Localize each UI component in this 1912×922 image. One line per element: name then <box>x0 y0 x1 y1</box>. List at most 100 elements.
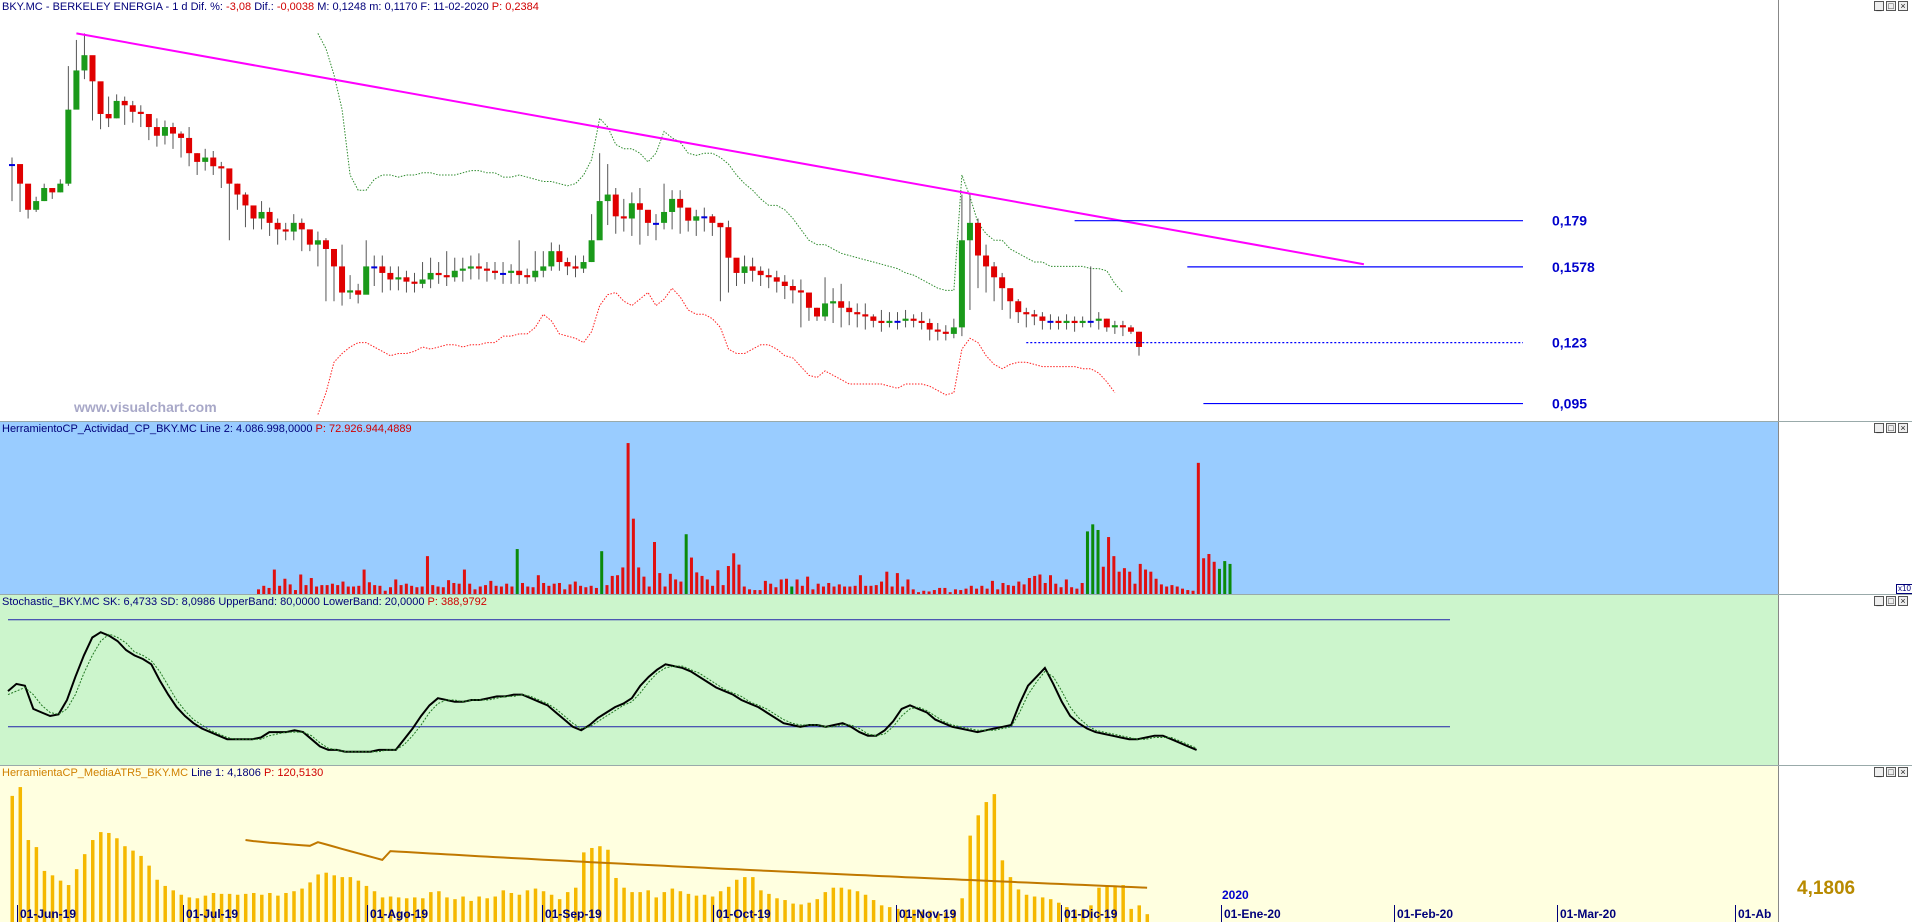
lowerband-label: LowerBand: <box>322 596 382 608</box>
volume-bar <box>367 582 371 594</box>
candle-body <box>145 113 152 128</box>
candle-body <box>580 262 587 269</box>
candle-body <box>355 290 362 295</box>
volume-bar <box>462 569 466 594</box>
volume-bar <box>542 582 546 594</box>
volume-bar <box>885 571 889 594</box>
candle-body <box>822 303 829 317</box>
volume-bar <box>441 587 445 594</box>
candle-body <box>805 292 812 308</box>
x-tick-label: 01-Mar-20 <box>1560 907 1617 921</box>
lowerband-value: 20,0000 <box>384 596 425 608</box>
candle-body <box>395 277 402 280</box>
volume-bar <box>526 586 530 594</box>
volume-bar <box>668 573 672 594</box>
minimize-icon[interactable]: _ <box>1874 423 1884 433</box>
volume-bar <box>283 578 287 594</box>
volume-bar <box>821 586 825 594</box>
candle-body <box>516 270 523 276</box>
candle-body <box>902 318 909 321</box>
stochastic-pane-header: Stochastic_BKY.MC SK: 6,4733 SD: 8,0986 … <box>2 596 487 609</box>
candle-body <box>137 111 144 114</box>
stochastic-chart[interactable]: 806040200 <box>0 595 1912 765</box>
maximize-icon[interactable]: □ <box>1886 423 1896 433</box>
candle-body <box>669 198 676 212</box>
volume-bar <box>642 576 646 594</box>
candle-body <box>628 203 635 219</box>
maximize-icon[interactable]: □ <box>1886 767 1896 777</box>
candle-body <box>411 281 418 284</box>
candle-body <box>33 201 40 210</box>
volume-bar <box>1043 582 1047 594</box>
candle-body <box>105 113 112 119</box>
volume-bar <box>800 585 804 594</box>
volume-bar <box>278 585 282 594</box>
candle-body <box>41 188 48 202</box>
volume-scale[interactable] <box>1778 422 1912 594</box>
symbol-label: BKY.MC <box>2 1 43 13</box>
volume-bar <box>716 570 720 594</box>
candle-body <box>339 266 346 293</box>
close-icon[interactable]: × <box>1898 596 1908 606</box>
volume-chart[interactable]: 20.000.00010.000.000 <box>0 422 1912 594</box>
volume-bar <box>547 585 551 594</box>
minimize-icon[interactable]: _ <box>1874 767 1884 777</box>
candle-body <box>459 268 466 271</box>
volume-bar <box>763 580 767 594</box>
x-tick-mark <box>367 905 368 922</box>
volume-bar <box>969 585 973 594</box>
candle-body <box>588 240 595 263</box>
maximize-icon[interactable]: □ <box>1886 596 1896 606</box>
candle-body <box>709 216 716 223</box>
level-label-0,095: 0,095 <box>1552 396 1587 412</box>
volume-bar <box>1212 561 1216 594</box>
maximize-icon[interactable]: □ <box>1886 1 1896 11</box>
volume-bar <box>1154 578 1158 594</box>
candle-body <box>830 301 837 304</box>
stochastic-p-value: 388,9792 <box>441 596 487 608</box>
candle-body <box>129 105 136 112</box>
candle-body <box>451 270 458 278</box>
volume-bar <box>399 585 403 594</box>
stochastic-scale[interactable] <box>1778 595 1912 765</box>
minimize-icon[interactable]: _ <box>1874 596 1884 606</box>
volume-bar <box>1033 575 1037 594</box>
x-tick-mark <box>1735 905 1736 922</box>
volume-bar <box>288 584 292 594</box>
candle-body <box>524 275 531 278</box>
x-tick-label: 01-Feb-20 <box>1397 907 1454 921</box>
volume-bar <box>1196 462 1200 594</box>
candle-body <box>886 320 893 324</box>
x-tick-label: 01-Sep-19 <box>545 907 602 921</box>
price-pane: BKY.MC - BERKELEY ENERGIA - 1 d Dif. %: … <box>0 0 1912 421</box>
volume-bar <box>621 567 625 594</box>
x-tick-label: 01-Jul-19 <box>186 907 239 921</box>
candle-body <box>178 133 185 138</box>
price-chart[interactable]: 0,1790,15780,1230,0950,260,240,220,20,18… <box>0 0 1912 421</box>
volume-bar <box>774 587 778 594</box>
volume-bar <box>325 585 329 594</box>
candle-body <box>1063 320 1070 324</box>
volume-bar <box>658 573 662 594</box>
candle-body <box>942 331 949 334</box>
volume-bar <box>1170 585 1174 594</box>
volume-bar <box>330 583 334 594</box>
minimize-icon[interactable]: _ <box>1874 1 1884 11</box>
candle-body <box>548 251 555 267</box>
volume-bar <box>378 585 382 594</box>
volume-bar <box>816 583 820 594</box>
close-icon[interactable]: × <box>1898 1 1908 11</box>
close-icon[interactable]: × <box>1898 423 1908 433</box>
volume-bar <box>272 569 276 594</box>
atr-chart[interactable]: 1510 <box>0 766 1912 922</box>
candle-body <box>1127 327 1134 332</box>
volume-bar <box>552 583 556 594</box>
close-icon[interactable]: × <box>1898 767 1908 777</box>
volume-bar <box>1149 571 1153 594</box>
volume-bar <box>589 585 593 594</box>
price-scale[interactable] <box>1778 0 1912 421</box>
volume-bar <box>1054 583 1058 594</box>
volume-bar <box>1017 581 1021 594</box>
candle-body <box>25 183 32 210</box>
candle-body <box>1055 320 1062 324</box>
